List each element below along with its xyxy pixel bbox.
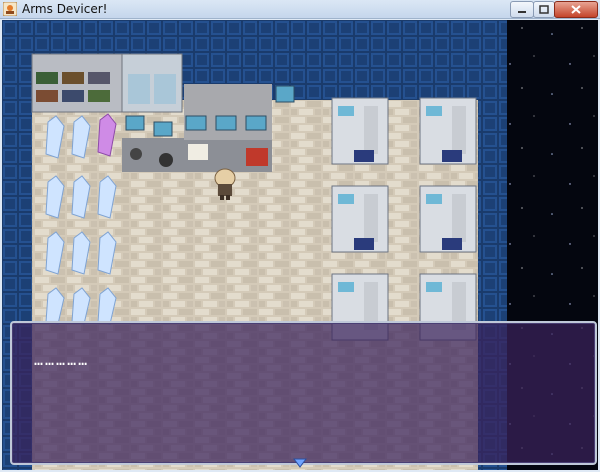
message-text: …………… [34,351,90,369]
minimize-button[interactable] [510,1,534,18]
bookshelf-row [31,53,183,113]
game-screen[interactable]: …………… [2,20,598,470]
game-window: Arms Devicer! …………… [0,0,600,472]
close-icon [571,5,581,14]
app-icon [3,2,17,16]
message-window[interactable]: …………… [10,321,597,465]
maximize-button[interactable] [533,1,555,18]
close-button[interactable] [554,1,598,18]
title-bar[interactable]: Arms Devicer! [0,0,600,19]
minimize-icon [518,11,526,13]
player-character [214,168,236,200]
window-title: Arms Devicer! [22,2,108,16]
maximize-icon [539,5,549,14]
message-continue-arrow-icon[interactable] [293,458,307,468]
